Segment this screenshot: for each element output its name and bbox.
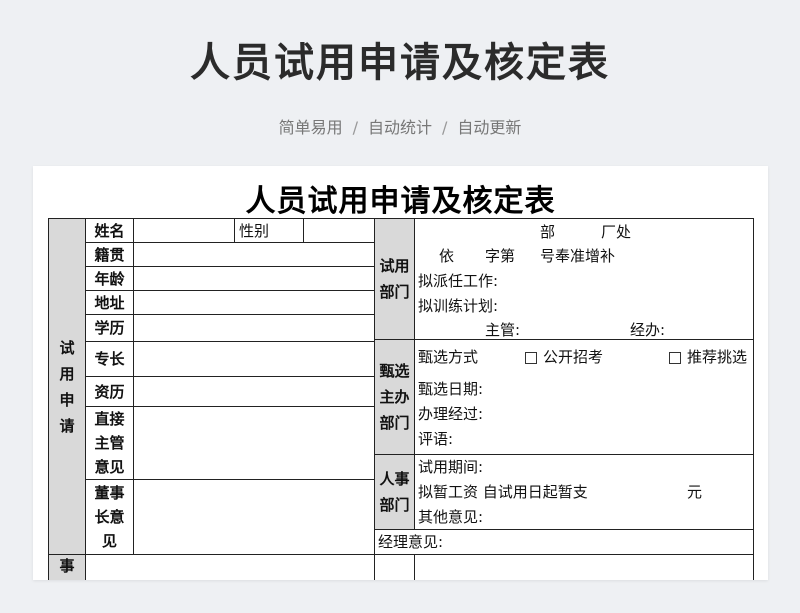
label-part: 意见 (94, 458, 125, 476)
label-experience: 资历 (85, 376, 134, 407)
section-bottom: 事 (48, 554, 86, 580)
feature-auto-stats: 自动统计 (367, 118, 432, 137)
option-public-exam[interactable]: 公开招考 (525, 346, 603, 368)
label-origin: 籍贯 (85, 242, 134, 267)
process-label: 办理经过: (418, 405, 484, 423)
dept-text: 部 (540, 223, 556, 241)
section-bottom-char: 事 (59, 557, 75, 575)
label-hr-dept: 人事 部门 (374, 454, 415, 530)
label-supervisor-opinion: 直接 主管 意见 (85, 406, 134, 480)
experience-field[interactable] (133, 376, 375, 407)
label-part: 直接 (94, 410, 125, 428)
age-field[interactable] (133, 266, 375, 291)
label-part: 见 (101, 532, 117, 550)
trial-period-label: 试用期间: (418, 458, 484, 476)
label-part: 甄选 (379, 362, 410, 380)
label-education: 学历 (85, 314, 134, 342)
section-char: 申 (59, 390, 75, 409)
origin-field[interactable] (133, 242, 375, 267)
feature-auto-update: 自动更新 (457, 118, 522, 137)
label-trial-dept: 试用 部门 (374, 218, 415, 340)
selection-method-label: 甄选方式 (418, 348, 479, 366)
label-part: 部门 (379, 496, 410, 514)
label-part: 长意 (94, 508, 125, 526)
label-part: 部门 (379, 283, 410, 301)
address-field[interactable] (133, 290, 375, 315)
label-address: 地址 (85, 290, 134, 315)
number-text: 字第 (485, 247, 516, 265)
section-trial-application: 试 用 申 请 (48, 218, 86, 555)
label-selection-dept: 甄选 主办 部门 (374, 339, 415, 455)
banner-title: 人员试用申请及核定表 (190, 40, 610, 86)
bottom-row-mid (374, 554, 415, 580)
option-label: 推荐挑选 (687, 348, 748, 366)
other-opinion-label: 其他意见: (418, 508, 484, 526)
banner-subtitle: 简单易用 / 自动统计 / 自动更新 (0, 114, 800, 138)
label-part: 人事 (379, 470, 410, 488)
form-sheet: 人员试用申请及核定表 试 用 申 请 事 姓名 性别 籍贯 年龄 地址 学历 专… (33, 166, 768, 580)
office-text: 厂处 (601, 223, 632, 241)
label-name: 姓名 (85, 218, 134, 243)
assign-text: 拟派任工作: (418, 272, 499, 290)
gm-opinion-label: 经理意见: (378, 533, 444, 551)
separator: / (352, 118, 358, 137)
label-part: 主办 (379, 388, 410, 406)
section-char: 请 (59, 416, 75, 435)
training-text: 拟训练计划: (418, 297, 499, 315)
label-part: 试用 (379, 257, 410, 275)
basis-text: 依 (439, 247, 455, 265)
label-specialty: 专长 (85, 341, 134, 377)
specialty-field[interactable] (133, 341, 375, 377)
checkbox-recommend[interactable] (669, 351, 681, 364)
label-age: 年龄 (85, 266, 134, 291)
section-char: 试 (59, 338, 75, 357)
section-char: 用 (59, 364, 75, 383)
label-director-opinion: 董事 长意 见 (85, 479, 134, 555)
selection-dept-area: 甄选方式 公开招考 推荐挑选 甄选日期: 办理经过: 评语: (414, 339, 754, 455)
option-recommend[interactable]: 推荐挑选 (669, 346, 747, 368)
supervisor-opinion-field[interactable] (133, 406, 375, 480)
option-label: 公开招考 (543, 348, 604, 366)
approval-text: 号奉准增补 (540, 247, 616, 265)
selection-date-label: 甄选日期: (418, 380, 484, 398)
director-opinion-field[interactable] (133, 479, 375, 555)
bottom-row-right (414, 554, 754, 580)
education-field[interactable] (133, 314, 375, 342)
bottom-row-left (85, 554, 375, 580)
name-field[interactable] (133, 218, 235, 243)
label-part: 董事 (94, 484, 125, 502)
gender-field[interactable] (303, 218, 375, 243)
handler-label: 经办: (630, 321, 666, 339)
checkbox-public-exam[interactable] (525, 351, 537, 364)
manager-label: 主管: (485, 321, 521, 339)
label-part: 主管 (94, 434, 125, 452)
salary-label: 拟暂工资 自试用日起暂支 (418, 483, 588, 501)
feature-easy: 简单易用 (278, 118, 343, 137)
gm-opinion-row[interactable]: 经理意见: (374, 529, 754, 555)
label-gender: 性别 (234, 218, 304, 243)
label-part: 部门 (379, 414, 410, 432)
hr-dept-area: 试用期间: 拟暂工资 自试用日起暂支 元 其他意见: (414, 454, 754, 530)
trial-dept-area[interactable]: 部 厂处 依 字第 号奉准增补 拟派任工作: 拟训练计划: 主管: 经办: (414, 218, 754, 340)
separator: / (442, 118, 448, 137)
comment-label: 评语: (418, 430, 454, 448)
salary-unit: 元 (687, 483, 703, 501)
form-table: 试 用 申 请 事 姓名 性别 籍贯 年龄 地址 学历 专长 资历 直接 主管 … (33, 166, 768, 580)
